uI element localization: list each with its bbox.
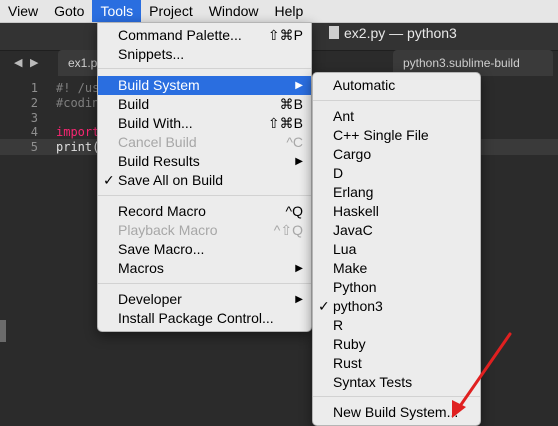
annotation-arrow-icon [452, 332, 512, 418]
